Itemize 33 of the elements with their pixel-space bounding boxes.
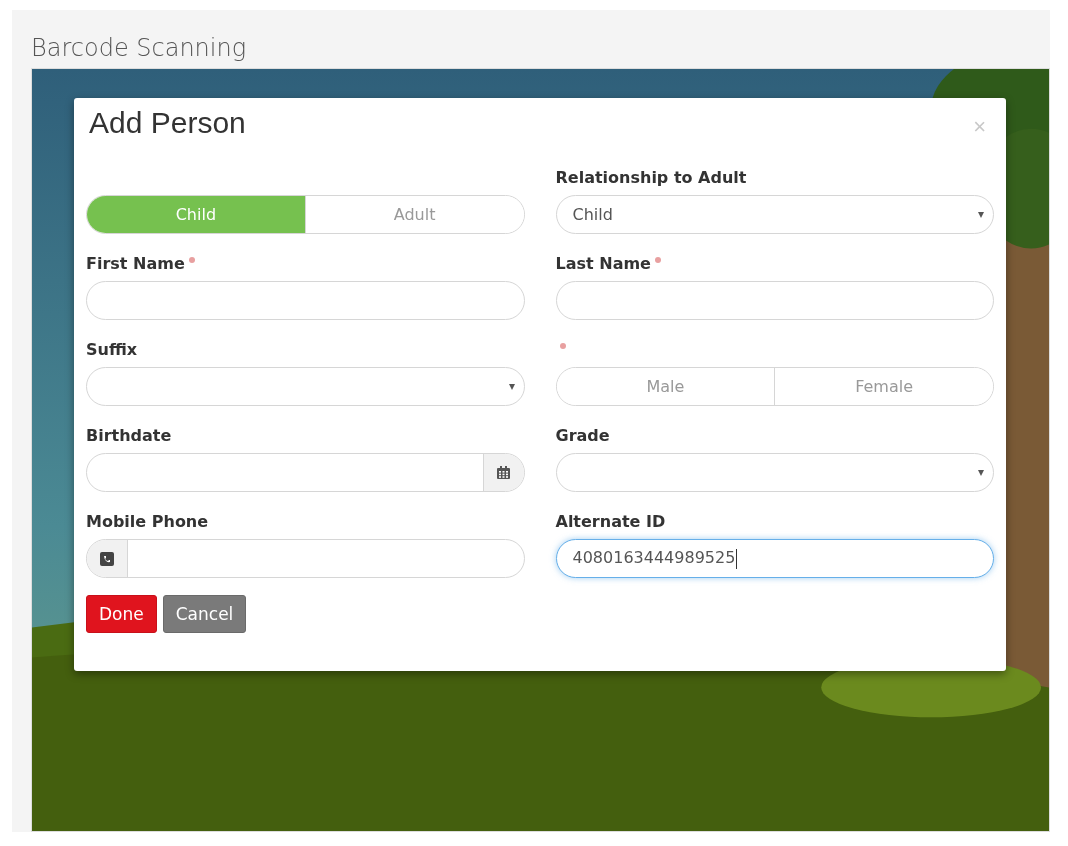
date-field[interactable] [86, 453, 525, 492]
cancel-button[interactable]: Cancel [162, 595, 247, 633]
caret-icon [978, 211, 984, 218]
toggle-option[interactable]: Adult [304, 196, 524, 233]
phone-field[interactable] [86, 539, 525, 578]
field-label: Birthdate [86, 425, 172, 445]
field-label: Mobile Phone [86, 511, 209, 531]
calendar-button[interactable] [482, 454, 524, 491]
field-label: Relationship to Adult [555, 167, 747, 187]
close-button[interactable]: × [973, 106, 994, 140]
field-label: Grade [555, 425, 610, 445]
input-value: 4080163444989525 [571, 548, 739, 569]
field-label: Alternate ID [555, 511, 666, 531]
field-label: First Name [86, 253, 185, 273]
field-label: Last Name [555, 253, 651, 273]
input-field[interactable] [555, 281, 994, 320]
calendar-icon [496, 465, 511, 480]
toggle-option[interactable]: Child [87, 196, 305, 233]
toggle-option[interactable]: Female [774, 368, 993, 405]
dropdown-field[interactable] [555, 453, 994, 492]
caret-icon [508, 383, 515, 390]
caret-icon [978, 469, 984, 476]
dropdown-field[interactable] [86, 367, 525, 406]
phone-icon [100, 551, 114, 566]
dropdown-value: Child [571, 205, 614, 224]
input-field[interactable] [86, 281, 525, 320]
dialog-title: Add Person [88, 106, 246, 140]
input-field[interactable]: 4080163444989525 [555, 539, 994, 578]
text-cursor [736, 548, 738, 569]
page-title: Barcode Scanning [31, 34, 248, 64]
done-button[interactable]: Done [86, 595, 157, 633]
field-label: Suffix [86, 339, 138, 359]
dropdown-field[interactable]: Child [555, 195, 994, 234]
